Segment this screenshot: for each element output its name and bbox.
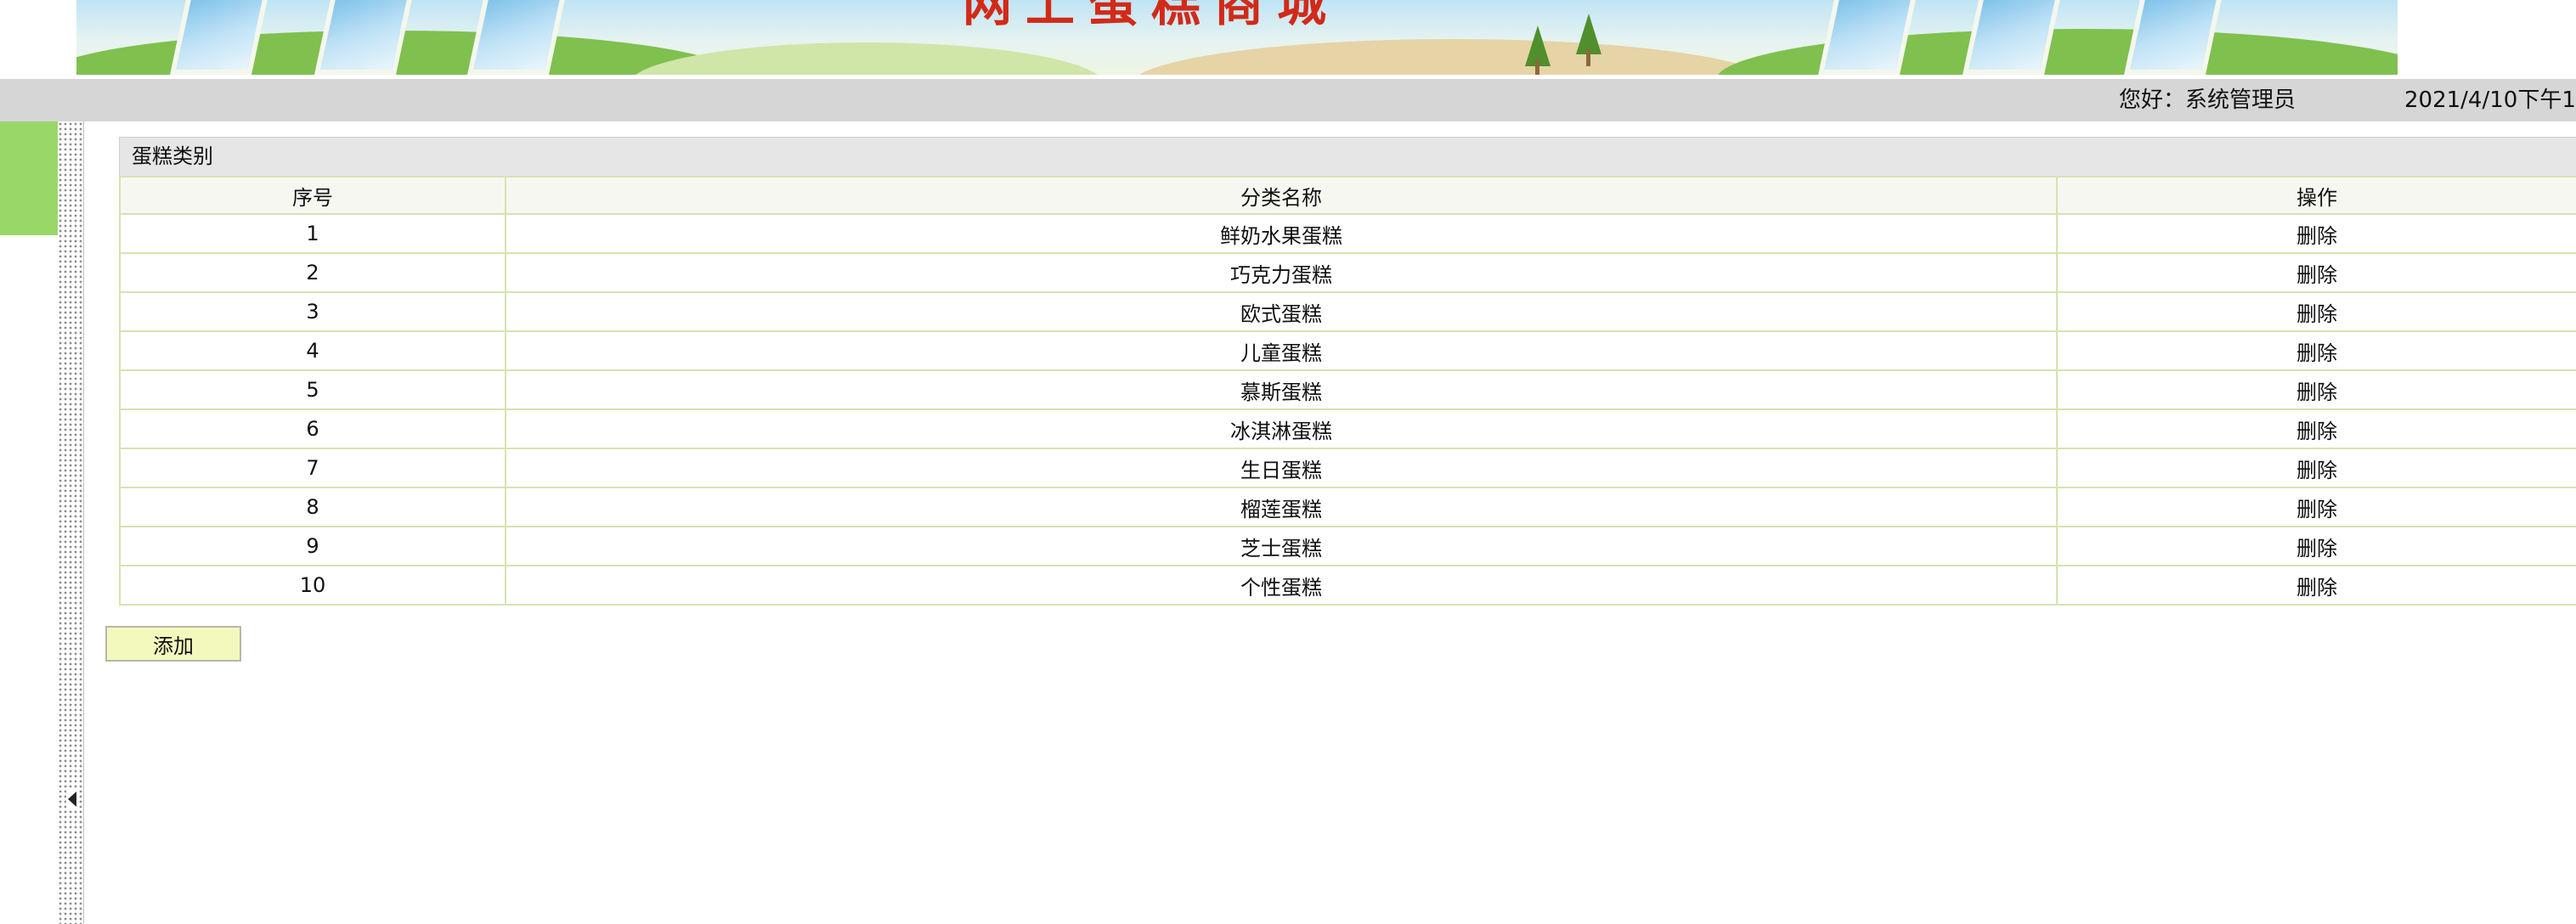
site-banner: 网上蛋糕商城 (76, 0, 2398, 75)
datetime-display: 2021/4/10下午1:4 (2404, 87, 2576, 113)
banner-title: 网上蛋糕商城 (962, 0, 1340, 32)
column-header-actions: 操作 (2056, 177, 2576, 213)
category-name: 儿童蛋糕 (505, 332, 2056, 369)
table-row: 1 鲜奶水果蛋糕 删除 (119, 215, 2576, 254)
sidebar-menu-block[interactable] (0, 121, 59, 235)
table-row: 3 欧式蛋糕 删除 (119, 293, 2576, 332)
panel-title: 蛋糕类别 (119, 137, 2576, 176)
category-name: 冰淇淋蛋糕 (505, 410, 2056, 448)
delete-link[interactable]: 删除 (2296, 414, 2337, 444)
category-name: 慕斯蛋糕 (505, 371, 2056, 408)
row-number: 10 (119, 566, 505, 604)
category-name: 芝士蛋糕 (505, 527, 2056, 565)
delete-link[interactable]: 删除 (2296, 219, 2337, 249)
delete-link[interactable]: 删除 (2296, 258, 2337, 288)
column-header-category-name: 分类名称 (505, 177, 2056, 213)
category-table: 序号 分类名称 操作 1 鲜奶水果蛋糕 删除 2 巧克力蛋糕 删除 3 欧式蛋糕… (119, 176, 2576, 606)
delete-link[interactable]: 删除 (2296, 493, 2337, 522)
table-row: 4 儿童蛋糕 删除 (119, 332, 2576, 371)
table-row: 6 冰淇淋蛋糕 删除 (119, 410, 2576, 449)
delete-link[interactable]: 删除 (2296, 375, 2337, 405)
category-name: 生日蛋糕 (505, 449, 2056, 487)
row-number: 8 (119, 488, 505, 526)
category-name: 个性蛋糕 (505, 566, 2056, 604)
table-row: 9 芝士蛋糕 删除 (119, 527, 2576, 566)
table-row: 7 生日蛋糕 删除 (119, 449, 2576, 488)
row-number: 5 (119, 371, 505, 408)
row-number: 4 (119, 332, 505, 369)
delete-link[interactable]: 删除 (2296, 532, 2337, 561)
table-row: 10 个性蛋糕 删除 (119, 566, 2576, 606)
table-row: 5 慕斯蛋糕 删除 (119, 371, 2576, 410)
category-name: 欧式蛋糕 (505, 293, 2056, 330)
column-header-number: 序号 (119, 177, 505, 213)
row-number: 1 (119, 215, 505, 252)
row-number: 9 (119, 527, 505, 565)
collapse-left-arrow-icon[interactable] (66, 789, 78, 809)
delete-link[interactable]: 删除 (2296, 571, 2337, 600)
table-row: 8 榴莲蛋糕 删除 (119, 488, 2576, 527)
delete-link[interactable]: 删除 (2296, 336, 2337, 366)
delete-link[interactable]: 删除 (2296, 297, 2337, 327)
user-greeting: 您好：系统管理员 (2119, 87, 2296, 113)
top-status-bar: 您好：系统管理员 2021/4/10下午1:4 (0, 79, 2576, 121)
row-number: 7 (119, 449, 505, 487)
row-number: 2 (119, 254, 505, 291)
table-row: 2 巧克力蛋糕 删除 (119, 254, 2576, 293)
delete-link[interactable]: 删除 (2296, 454, 2337, 483)
category-name: 鲜奶水果蛋糕 (505, 215, 2056, 252)
row-number: 6 (119, 410, 505, 448)
category-name: 巧克力蛋糕 (505, 254, 2056, 291)
add-category-button[interactable]: 添加 (105, 626, 241, 662)
row-number: 3 (119, 293, 505, 330)
category-name: 榴莲蛋糕 (505, 488, 2056, 526)
table-header-row: 序号 分类名称 操作 (119, 176, 2576, 215)
